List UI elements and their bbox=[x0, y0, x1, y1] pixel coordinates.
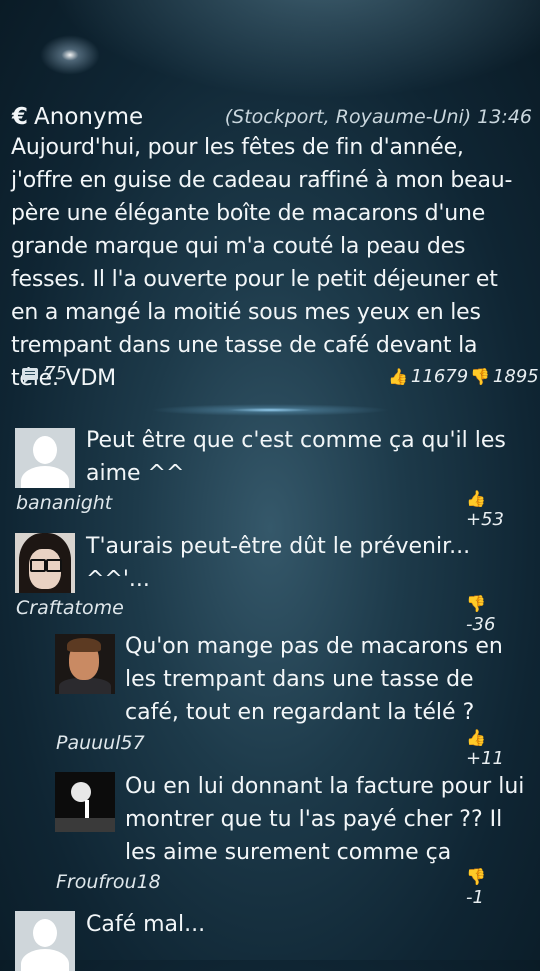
comment-author[interactable]: Craftatome bbox=[16, 597, 124, 619]
comment-text: Ou en lui donnant la facture pour lui mo… bbox=[125, 774, 525, 865]
comments-count[interactable]: 75 bbox=[22, 363, 67, 384]
thumbs-up-icon: 👍 bbox=[466, 728, 486, 747]
comment-score[interactable]: 👍+53 bbox=[466, 488, 504, 530]
light-flare bbox=[40, 35, 100, 75]
thumbs-up-icon: 👍 bbox=[388, 367, 408, 386]
avatar[interactable] bbox=[55, 772, 115, 832]
likes-count: 11679 bbox=[410, 366, 469, 387]
thumbs-down-icon: 👎 bbox=[466, 867, 486, 886]
comment-score-value: +53 bbox=[466, 509, 504, 530]
thumbs-down-icon: 👎 bbox=[466, 594, 486, 613]
thumbs-up-icon: 👍 bbox=[466, 489, 486, 508]
comment-text: Peut être que c'est comme ça qu'il les a… bbox=[86, 428, 506, 486]
avatar[interactable] bbox=[55, 634, 115, 694]
comment-text: Café mal... bbox=[86, 912, 206, 937]
comment-score-value: -1 bbox=[466, 887, 484, 908]
section-divider bbox=[150, 404, 390, 416]
comment-text: Qu'on mange pas de macarons en les tremp… bbox=[125, 634, 503, 725]
euro-icon: € bbox=[12, 104, 29, 130]
post-header: € Anonyme (Stockport, Royaume-Uni) 13:46 bbox=[12, 104, 534, 134]
avatar[interactable] bbox=[15, 533, 75, 593]
comment-score[interactable]: 👎-36 bbox=[466, 593, 495, 635]
comment-author[interactable]: Pauuul57 bbox=[56, 732, 145, 754]
post-author[interactable]: € Anonyme bbox=[12, 104, 143, 130]
post-location-time: (Stockport, Royaume-Uni) 13:46 bbox=[224, 106, 532, 128]
avatar[interactable] bbox=[15, 911, 75, 971]
comment-bubble-icon bbox=[22, 368, 38, 384]
comment-score[interactable]: 👍+11 bbox=[466, 727, 504, 769]
avatar[interactable] bbox=[15, 428, 75, 488]
comment-author[interactable]: bananight bbox=[16, 492, 112, 514]
post-body: Aujourd'hui, pour les fêtes de fin d'ann… bbox=[11, 135, 513, 391]
thumbs-down-icon: 👎 bbox=[470, 367, 490, 386]
like-button[interactable]: 👍 11679 bbox=[388, 366, 468, 387]
comment-author[interactable]: Froufrou18 bbox=[56, 871, 161, 893]
dislike-button[interactable]: 👎 1895 bbox=[470, 366, 539, 387]
post-author-name: Anonyme bbox=[34, 104, 144, 130]
comments-count-value: 75 bbox=[44, 363, 67, 384]
comment-score[interactable]: 👎-1 bbox=[466, 866, 489, 908]
comment-text: T'aurais peut-être dût le prévenir... ^^… bbox=[86, 534, 471, 592]
dislikes-count: 1895 bbox=[492, 366, 539, 387]
comment-score-value: +11 bbox=[466, 748, 504, 769]
